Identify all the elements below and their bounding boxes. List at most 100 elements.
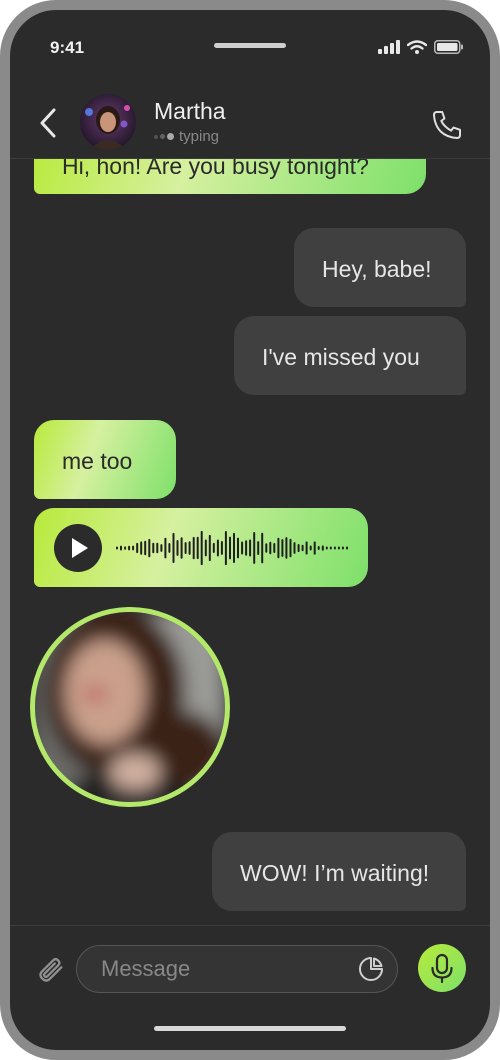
waveform-bar: [224, 531, 227, 566]
microphone-icon: [431, 953, 453, 984]
waveform-bar: [301, 544, 304, 552]
message-text: WOW! I’m waiting!: [240, 860, 430, 886]
waveform-bar: [313, 541, 316, 555]
waveform-bar: [212, 542, 215, 553]
phone-frame: 9:41 Martha typing Hi, hon! Are you busy…: [0, 0, 500, 1060]
waveform-bar: [241, 541, 244, 555]
waveform-bar: [257, 541, 260, 555]
message-bubble-incoming[interactable]: me too: [34, 420, 176, 499]
avatar[interactable]: [80, 94, 136, 150]
waveform-bar: [208, 534, 211, 562]
avatar-photo: [80, 94, 136, 150]
call-button[interactable]: [430, 108, 464, 142]
waveform-bar: [152, 542, 155, 554]
message-text: Hi, hon! Are you busy tonight?: [62, 159, 369, 179]
waveform-bar: [329, 546, 332, 550]
waveform-bar: [144, 540, 147, 556]
waveform-bar: [325, 546, 328, 550]
waveform-bar: [273, 543, 276, 553]
waveform-bar: [160, 544, 163, 552]
message-bubble-outgoing[interactable]: WOW! I’m waiting!: [212, 832, 466, 911]
waveform-bar: [188, 541, 191, 555]
waveform-bar: [148, 538, 151, 558]
phone-icon: [432, 110, 462, 140]
sticker-icon: [359, 957, 383, 981]
back-button[interactable]: [34, 106, 62, 140]
waveform-bar: [120, 545, 122, 551]
waveform-bar: [281, 539, 284, 557]
message-bubble-outgoing[interactable]: Hey, babe!: [294, 228, 466, 307]
message-bubble-outgoing[interactable]: I've missed you: [234, 316, 466, 395]
sticker-button[interactable]: [358, 956, 384, 982]
paperclip-icon: [39, 958, 63, 982]
waveform-bar: [285, 537, 288, 559]
waveform-bar: [156, 542, 159, 554]
waveform-bar: [168, 543, 171, 553]
battery-icon: [434, 40, 463, 54]
waveform-bar: [237, 537, 239, 559]
waveform-bar: [124, 546, 127, 550]
status-time: 9:41: [50, 38, 85, 57]
waveform-bar: [305, 541, 308, 555]
waveform-bar: [180, 537, 183, 559]
waveform-bar: [200, 530, 203, 566]
voice-record-button[interactable]: [418, 944, 466, 992]
waveform-bar: [233, 532, 235, 563]
waveform-bar: [204, 539, 207, 557]
waveform-bar: [184, 542, 187, 554]
waveform-bar: [265, 543, 268, 553]
waveform-bar: [269, 541, 272, 555]
wifi-icon: [407, 40, 427, 54]
waveform-bar: [293, 542, 296, 554]
waveform-bar: [341, 546, 344, 550]
waveform-bar: [140, 541, 143, 555]
message-text: I've missed you: [262, 344, 420, 370]
video-note[interactable]: [30, 607, 230, 807]
message-list[interactable]: Hi, hon! Are you busy tonight? Hey, babe…: [10, 159, 490, 925]
message-text: me too: [62, 448, 133, 474]
message-bubble-incoming[interactable]: Hi, hon! Are you busy tonight?: [34, 159, 426, 194]
message-input[interactable]: [76, 945, 398, 993]
waveform-bar: [289, 538, 292, 558]
composer: [10, 925, 490, 1050]
waveform-bar: [176, 540, 179, 556]
waveform-bar: [337, 546, 340, 550]
waveform-bar: [277, 537, 280, 559]
home-indicator: [154, 1026, 346, 1031]
voice-waveform: [116, 530, 348, 566]
waveform-bar: [164, 537, 167, 559]
status-icons: [378, 40, 464, 54]
waveform-bar: [196, 536, 199, 560]
waveform-bar: [172, 532, 175, 563]
chat-header: Martha typing: [10, 88, 490, 159]
waveform-bar: [261, 532, 264, 564]
waveform-bar: [245, 540, 248, 556]
video-note-thumbnail: [35, 612, 225, 802]
status-bar: 9:41: [10, 10, 490, 80]
waveform-bar: [116, 546, 118, 550]
waveform-bar: [333, 546, 336, 550]
waveform-bar: [321, 545, 324, 551]
waveform-bar: [128, 545, 131, 551]
waveform-bar: [253, 532, 256, 564]
play-icon: [72, 538, 88, 558]
typing-dots-icon: [154, 133, 174, 140]
waveform-bar: [309, 545, 312, 551]
waveform-bar: [220, 541, 223, 555]
waveform-bar: [249, 539, 252, 557]
waveform-bar: [346, 546, 348, 550]
waveform-bar: [216, 539, 219, 557]
waveform-bar: [132, 545, 135, 551]
waveform-bar: [317, 546, 320, 550]
typing-indicator: typing: [154, 128, 219, 145]
contact-name: Martha: [154, 98, 226, 124]
play-button[interactable]: [54, 524, 102, 572]
waveform-bar: [136, 542, 139, 554]
attach-button[interactable]: [34, 950, 66, 986]
notch: [214, 43, 286, 48]
waveform-bar: [297, 544, 300, 553]
message-text: Hey, babe!: [322, 256, 432, 282]
voice-message[interactable]: [34, 508, 368, 587]
contact-status: typing: [179, 128, 220, 145]
chevron-left-icon: [40, 108, 56, 138]
